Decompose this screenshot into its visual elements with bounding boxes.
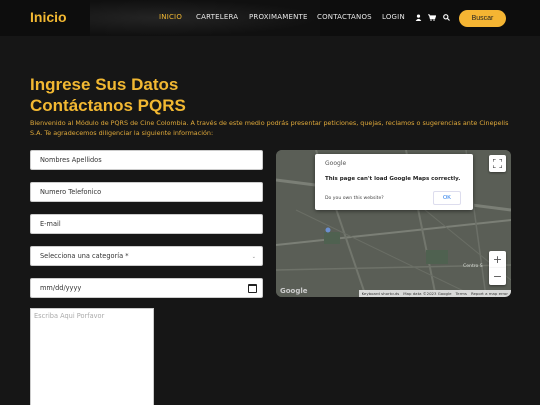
google-logo: Google [280, 287, 308, 295]
report-error-link[interactable]: Report a map error [471, 291, 508, 296]
dialog-message: This page can't load Google Maps correct… [325, 176, 461, 182]
calendar-icon[interactable] [248, 284, 257, 293]
fullscreen-button[interactable] [489, 155, 506, 172]
category-select[interactable]: Selecciona una categoría * ⌄ [30, 246, 263, 266]
keyboard-shortcuts-link[interactable]: Keyboard shortcuts [362, 291, 400, 296]
terms-link[interactable]: Terms [455, 291, 466, 296]
date-input[interactable]: mm/dd/yyyy [30, 278, 263, 298]
nav-item-inicio[interactable]: INICIO [159, 13, 182, 21]
email-input[interactable]: E-mail [30, 214, 263, 234]
top-navbar: Inicio INICIO CARTELERA PROXIMAMENTE CON… [0, 0, 540, 36]
map-data-text: Map data ©2023 Google [403, 291, 452, 296]
name-input[interactable]: Nombres Apellidos [30, 150, 263, 170]
intro-text: Bienvenido al Módulo de PQRS de Cine Col… [30, 119, 509, 137]
zoom-in-button[interactable]: + [489, 251, 506, 268]
dialog-google-logo: Google [325, 160, 347, 167]
phone-input[interactable]: Numero Telefonico [30, 182, 263, 202]
user-icon[interactable] [413, 12, 423, 22]
chevron-down-icon: ⌄ [251, 254, 256, 260]
nav-item-contactanos[interactable]: CONTACTANOS [317, 13, 372, 21]
maps-error-dialog: Google This page can't load Google Maps … [315, 154, 473, 210]
nav-item-proximamente[interactable]: PROXIMAMENTE [249, 13, 308, 21]
nav-item-login[interactable]: LOGIN [382, 13, 405, 21]
category-select-value: Selecciona una categoría * [40, 252, 129, 260]
cart-icon[interactable] [427, 12, 437, 22]
fullscreen-icon [493, 159, 502, 168]
search-icon[interactable] [441, 12, 451, 22]
map-footer: Keyboard shortcuts Map data ©2023 Google… [358, 290, 511, 297]
search-button[interactable]: Buscar [459, 10, 506, 27]
dialog-ok-button[interactable]: OK [433, 191, 461, 205]
zoom-out-button[interactable]: − [489, 268, 506, 285]
dialog-own-site-link[interactable]: Do you own this website? [325, 196, 384, 201]
map-label-centro: Centro S [463, 264, 483, 269]
page-subtitle: Contáctanos PQRS [30, 96, 186, 115]
brand-logo[interactable]: Inicio [30, 9, 67, 25]
page-title: Ingrese Sus Datos [30, 75, 179, 94]
date-placeholder: mm/dd/yyyy [40, 284, 82, 292]
nav-item-cartelera[interactable]: CARTELERA [196, 13, 238, 21]
message-textarea[interactable]: Escriba Aqui Porfavor [30, 308, 154, 405]
